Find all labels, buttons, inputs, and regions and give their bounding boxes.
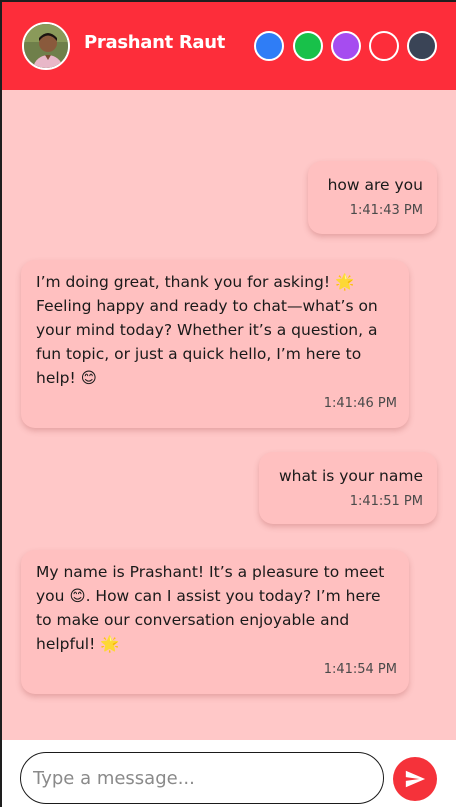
- message-user-1: how are you 1:41:43 PM: [308, 161, 437, 234]
- message-time: 1:41:43 PM: [349, 203, 423, 218]
- theme-swatch-slate[interactable]: [407, 31, 437, 61]
- avatar[interactable]: [22, 22, 70, 70]
- message-text: what is your name: [278, 467, 423, 485]
- message-input[interactable]: [20, 752, 384, 804]
- message-text: I’m doing great, thank you for asking! 🌟…: [36, 273, 378, 387]
- message-time: 1:41:51 PM: [349, 494, 423, 509]
- chat-header: Prashant Raut: [2, 2, 456, 90]
- message-bot-2: My name is Prashant! It’s a pleasure to …: [21, 550, 409, 694]
- theme-swatch-green[interactable]: [293, 31, 323, 61]
- message-time: 1:41:46 PM: [323, 396, 397, 411]
- message-time: 1:41:54 PM: [323, 662, 397, 677]
- send-button[interactable]: [393, 757, 437, 801]
- theme-swatch-blue[interactable]: [254, 31, 284, 61]
- message-text: how are you: [327, 176, 423, 194]
- avatar-photo: [24, 24, 68, 68]
- theme-swatch-purple[interactable]: [331, 31, 361, 61]
- message-bot-1: I’m doing great, thank you for asking! 🌟…: [21, 260, 409, 428]
- contact-name: Prashant Raut: [84, 32, 226, 53]
- chat-app: Prashant Raut how are you 1:41:43 PM I’m…: [2, 2, 456, 807]
- theme-swatch-red[interactable]: [369, 31, 399, 61]
- message-user-2: what is your name 1:41:51 PM: [259, 452, 437, 524]
- send-icon: [405, 770, 426, 788]
- message-text: My name is Prashant! It’s a pleasure to …: [36, 563, 385, 653]
- message-composer: [2, 740, 456, 807]
